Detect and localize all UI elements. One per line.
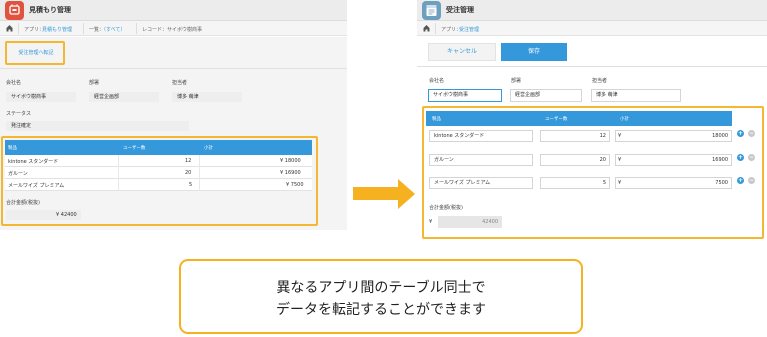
users-field[interactable]: 12: [540, 130, 610, 142]
department-value: 経営企画部: [89, 92, 159, 102]
breadcrumb-app-prefix: アプリ：: [441, 27, 462, 33]
subtotal-field[interactable]: 7500: [615, 177, 732, 189]
add-row-icon[interactable]: +: [737, 177, 744, 184]
order-app-icon: [422, 1, 441, 20]
breadcrumb-app-link[interactable]: 見積もり管理: [42, 26, 72, 33]
column-divider: [118, 167, 119, 179]
currency-symbol: ¥: [618, 180, 622, 186]
currency-symbol: ¥: [618, 157, 622, 163]
company-label: 会社名: [6, 80, 22, 86]
row-subtotal: ¥ 7500: [286, 182, 304, 188]
app-header: 見積もり管理: [0, 0, 347, 21]
caption-line-2: データを転記することができます: [276, 302, 486, 318]
row-product: メールワイズ プレミアム: [8, 183, 65, 189]
add-row-icon[interactable]: +: [737, 154, 744, 161]
total-label: 合計金額(税抜): [6, 200, 40, 206]
column-header-subtotal: 小計: [620, 117, 629, 122]
transfer-arrow-head: [398, 179, 415, 209]
save-button[interactable]: 保存: [501, 43, 567, 61]
breadcrumb: アプリ： 見積もり管理 一覧： （すべて） レコード：サイボウ樹商事: [0, 21, 347, 36]
column-divider: [118, 179, 119, 191]
product-field[interactable]: kintone スタンダード: [429, 130, 533, 142]
subtotal-field[interactable]: 16900: [615, 154, 732, 166]
breadcrumb-divider: [435, 23, 436, 34]
total-label: 合計金額(税抜): [429, 205, 463, 211]
breadcrumb-divider: [18, 23, 19, 34]
breadcrumb-divider: [136, 23, 137, 34]
add-row-icon[interactable]: +: [737, 130, 744, 137]
person-value: 博多 萌津: [172, 92, 242, 102]
app-title: 見積もり管理: [29, 6, 71, 14]
row-subtotal: ¥ 18000: [280, 158, 301, 164]
department-label: 部署: [511, 78, 522, 84]
row-product: ガルーン: [8, 171, 28, 177]
currency-symbol: ¥: [618, 133, 622, 139]
product-field[interactable]: メールワイズ プレミアム: [429, 177, 533, 189]
department-field[interactable]: 経営企画部: [510, 89, 582, 102]
cancel-button[interactable]: キャンセル: [428, 43, 496, 61]
caption-box: 異なるアプリ間のテーブル同士で データを転記することができます: [179, 259, 583, 334]
app-title: 受注管理: [446, 6, 474, 14]
breadcrumb-list-link[interactable]: （すべて）: [101, 26, 125, 33]
table-row: メールワイズ プレミアム 5 ¥ 7500: [5, 179, 312, 191]
product-table-header: 製品 ユーザー数 小計: [5, 140, 312, 155]
estimate-app-icon: [5, 1, 24, 20]
breadcrumb-app-prefix: アプリ：: [24, 27, 45, 33]
column-divider: [199, 179, 200, 191]
estimate-app-window: 見積もり管理 アプリ： 見積もり管理 一覧： （すべて） レコード：サイボウ樹商…: [0, 0, 347, 230]
status-value: 発注確定: [6, 121, 189, 131]
column-header-product: 製品: [8, 146, 17, 151]
breadcrumb: アプリ： 受注管理: [417, 21, 767, 36]
row-product: kintone スタンダード: [8, 159, 59, 165]
currency-symbol: ¥: [429, 219, 433, 225]
row-users: 20: [185, 170, 192, 176]
users-field[interactable]: 5: [540, 177, 610, 189]
remove-row-icon[interactable]: −: [748, 177, 755, 184]
company-field[interactable]: サイボウ樹商事: [428, 89, 502, 102]
company-label: 会社名: [429, 78, 445, 84]
transfer-arrow-shaft: [353, 187, 399, 200]
person-label: 担当者: [592, 78, 608, 84]
breadcrumb-divider: [83, 23, 84, 34]
users-field[interactable]: 20: [540, 154, 610, 166]
breadcrumb-record: レコード：サイボウ樹商事: [142, 27, 203, 33]
column-header-users: ユーザー数: [123, 146, 146, 151]
column-divider: [199, 167, 200, 179]
breadcrumb-app-link[interactable]: 受注管理: [459, 26, 479, 33]
column-divider: [118, 155, 119, 167]
department-label: 部署: [89, 80, 100, 86]
status-label: ステータス: [6, 111, 32, 117]
home-icon[interactable]: [423, 24, 430, 32]
remove-row-icon[interactable]: −: [748, 154, 755, 161]
home-icon[interactable]: [6, 24, 13, 32]
remove-row-icon[interactable]: −: [748, 130, 755, 137]
product-field[interactable]: ガルーン: [429, 154, 533, 166]
subtotal-field[interactable]: 18000: [615, 130, 732, 142]
app-header: 受注管理: [417, 0, 767, 21]
table-row: kintone スタンダード 12 ¥ 18000: [5, 155, 312, 167]
table-row: ガルーン 20 ¥ 16900: [5, 167, 312, 179]
company-value: サイボウ樹商事: [6, 92, 76, 102]
order-app-window: 受注管理 アプリ： 受注管理 キャンセル 保存 会社名 サイボウ樹商事 部署 経…: [417, 0, 767, 245]
transfer-to-order-button[interactable]: 受注管理へ転記: [11, 45, 61, 61]
row-subtotal: ¥ 16900: [280, 170, 301, 176]
total-value: ¥ 42400: [6, 210, 81, 220]
row-users: 5: [189, 182, 193, 188]
column-header-subtotal: 小計: [204, 146, 213, 151]
total-value: 42400: [438, 216, 502, 228]
column-header-users: ユーザー数: [545, 117, 568, 122]
row-users: 12: [185, 158, 192, 164]
toolbar-divider: [417, 66, 767, 67]
person-field[interactable]: 博多 萌津: [591, 89, 681, 102]
product-table-header: 製品 ユーザー数 小計: [426, 111, 732, 126]
column-divider: [199, 155, 200, 167]
screenshot-stage: 見積もり管理 アプリ： 見積もり管理 一覧： （すべて） レコード：サイボウ樹商…: [0, 0, 767, 337]
caption-line-1: 異なるアプリ間のテーブル同士で: [276, 280, 486, 296]
person-label: 担当者: [172, 80, 188, 86]
column-header-product: 製品: [432, 117, 441, 122]
toolbar-divider: [0, 68, 347, 69]
